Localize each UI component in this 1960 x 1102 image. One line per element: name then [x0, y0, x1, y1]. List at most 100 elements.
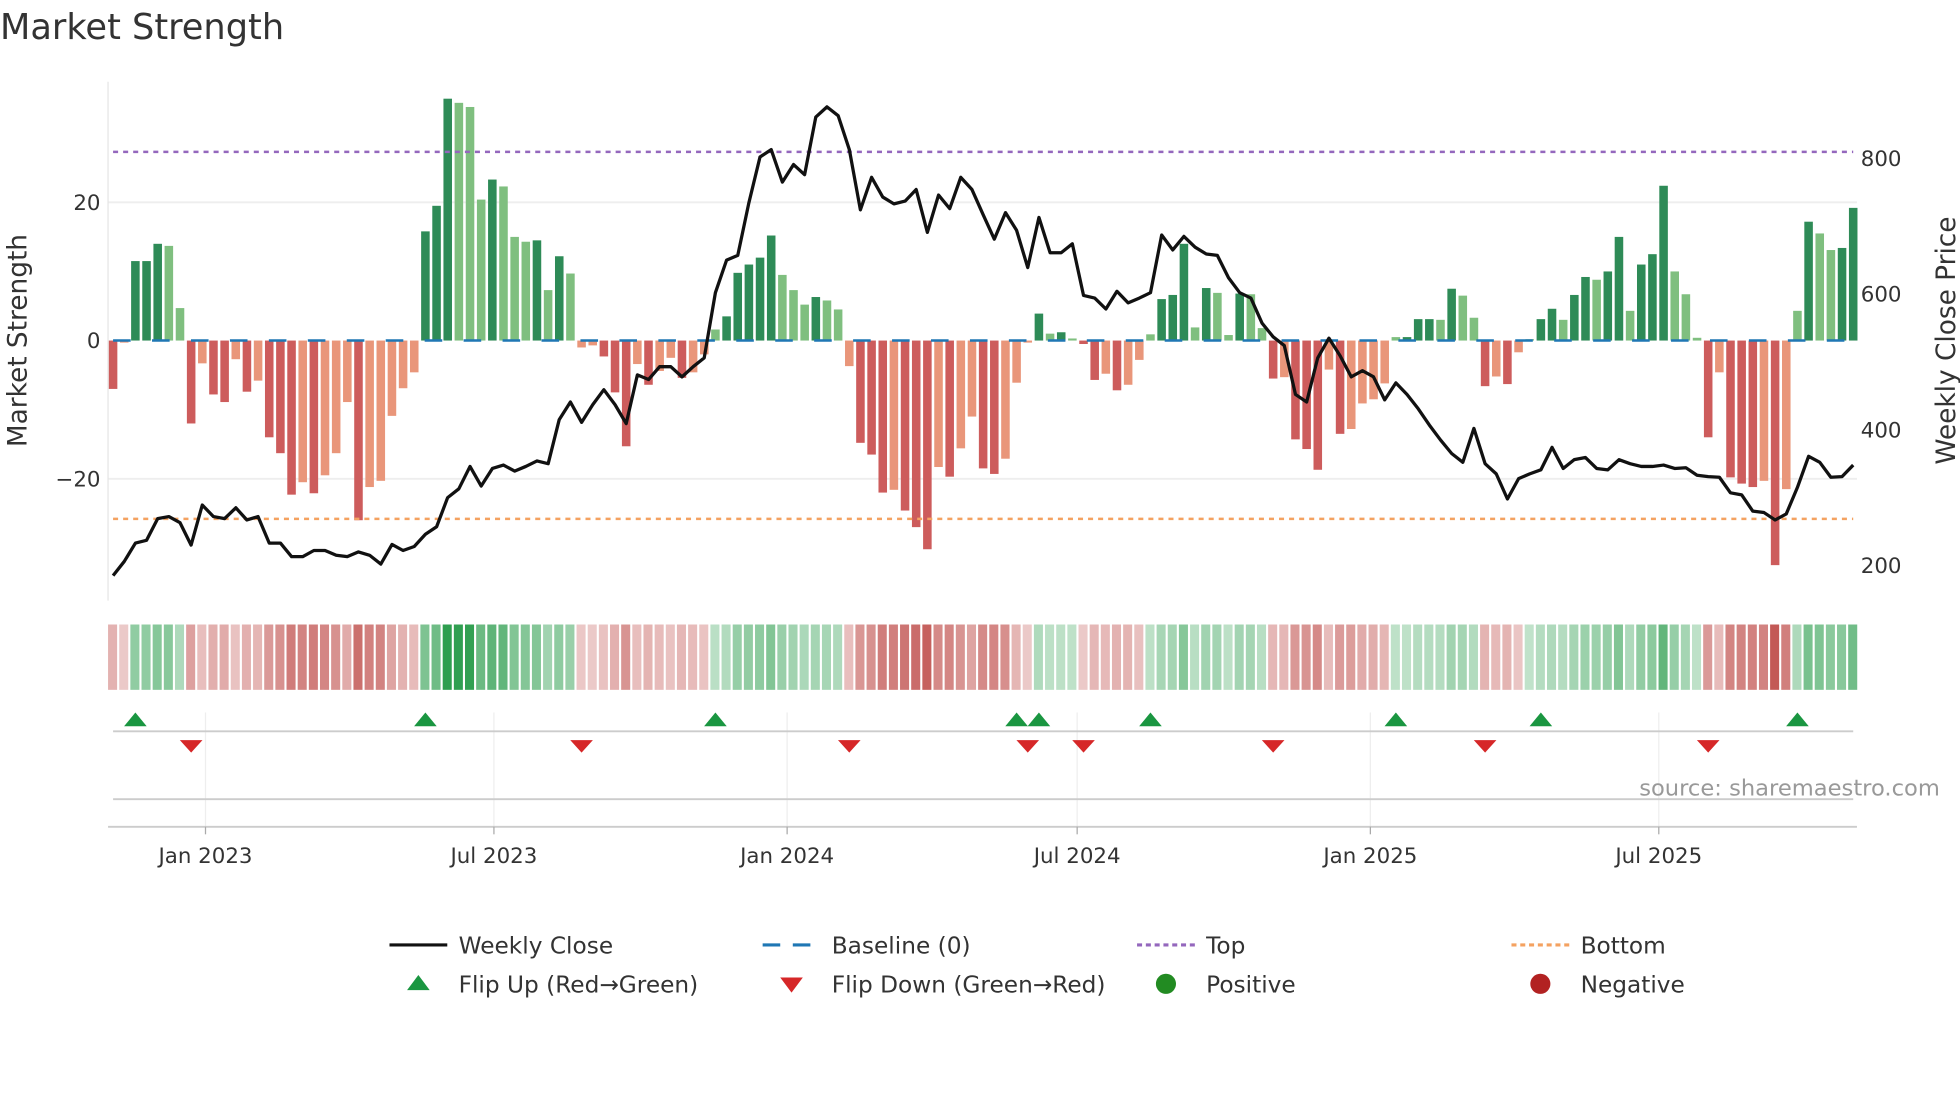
flip-down-marker — [837, 740, 861, 753]
legend-item: Flip Down (Green→Red) — [780, 972, 1105, 999]
strength-bar — [1447, 288, 1456, 341]
legend-label: Positive — [1206, 972, 1296, 999]
strength-bar — [108, 340, 118, 389]
circle-icon — [1155, 973, 1176, 994]
strip-cell — [453, 624, 463, 690]
strip-cell — [1803, 624, 1813, 690]
strip-cell — [799, 624, 809, 690]
strength-bar — [778, 274, 787, 341]
strip-cell — [933, 624, 943, 690]
flip-down-marker — [1261, 740, 1285, 753]
strength-bar — [967, 340, 977, 417]
strip-cell — [554, 624, 564, 690]
strip-cell — [1535, 624, 1545, 690]
strength-bar — [409, 340, 419, 373]
strength-bar — [800, 304, 809, 341]
strip-cell — [1569, 624, 1579, 690]
strength-bar — [1503, 340, 1512, 385]
strip-cell — [1245, 624, 1255, 690]
strip-cell — [587, 624, 597, 690]
strength-bar — [1123, 340, 1133, 385]
strength-bars — [108, 98, 1858, 566]
strength-bar — [454, 102, 464, 341]
x-axis-ticks: Jan 2023 Jul 2023 Jan 2024 Jul 2024 Jan 2025… — [156, 826, 1702, 869]
strip-cell — [610, 624, 620, 690]
chart-title: Market Strength — [0, 7, 284, 48]
strip-cell — [1178, 624, 1188, 690]
strip-cell — [955, 624, 965, 690]
strength-bar — [878, 340, 888, 493]
x-tick-label: Jul 2024 — [1032, 844, 1121, 869]
triangle-up-icon — [407, 975, 430, 991]
strength-bar — [1491, 340, 1501, 377]
strip-cell — [152, 624, 162, 690]
strength-bar — [1201, 288, 1211, 341]
strength-bar — [789, 290, 798, 341]
strip-cell — [1413, 624, 1423, 690]
flip-up-marker — [704, 712, 727, 727]
strip-cell — [877, 624, 887, 690]
strip-cell — [1033, 624, 1043, 690]
strip-cell — [699, 624, 709, 690]
strength-bar — [1413, 319, 1423, 341]
strength-bar — [633, 340, 642, 365]
strength-bar — [1224, 335, 1233, 341]
strength-bar — [1759, 340, 1769, 481]
strip-cell — [1312, 624, 1322, 690]
strip-cell — [1547, 624, 1557, 690]
strength-bar — [1726, 340, 1735, 478]
strip-cell — [1201, 624, 1211, 690]
strength-bar — [1168, 294, 1178, 341]
flip-down-marker — [1016, 740, 1040, 753]
strength-heat-strip — [108, 624, 1858, 690]
strip-cell — [1658, 624, 1668, 690]
strip-cell — [509, 624, 519, 690]
flip-down-marker — [1696, 740, 1720, 753]
strip-cell — [1558, 624, 1568, 690]
strip-cell — [1256, 624, 1267, 690]
strength-bar — [510, 236, 519, 341]
strength-bar — [421, 231, 430, 341]
strength-bar — [220, 340, 229, 403]
strip-cell — [1781, 624, 1791, 690]
strength-bar — [1425, 319, 1434, 341]
strip-cell — [1357, 624, 1367, 690]
strength-bar — [1715, 340, 1724, 373]
strip-cell — [465, 624, 475, 690]
strip-cell — [1848, 624, 1858, 690]
strip-cell — [1591, 624, 1601, 690]
strength-bar — [1636, 264, 1646, 341]
strength-bar — [1536, 319, 1546, 341]
legend: Weekly Close Baseline (0) Top Bottom Flip Up… — [389, 933, 1685, 999]
legend-label: Weekly Close — [459, 933, 614, 960]
strength-bar — [666, 340, 676, 358]
strip-cell — [1223, 624, 1233, 690]
strip-cell — [665, 624, 675, 690]
y2-tick-label: 400 — [1861, 418, 1902, 443]
strip-cell — [1636, 624, 1646, 690]
strength-bar — [845, 340, 854, 367]
strip-cell — [900, 624, 910, 690]
strip-cell — [1669, 624, 1679, 690]
legend-label: Flip Down (Green→Red) — [832, 972, 1106, 999]
strip-cell — [643, 624, 653, 690]
strip-cell — [420, 624, 430, 690]
strength-bar — [287, 340, 296, 495]
strength-bar — [1157, 299, 1166, 341]
flip-down-marker — [1072, 740, 1095, 753]
x-tick-label: Jan 2025 — [1321, 844, 1417, 869]
strength-bar — [1112, 340, 1122, 391]
strip-cell — [1368, 624, 1378, 690]
strip-cell — [308, 624, 318, 690]
x-tick-label: Jan 2024 — [738, 844, 834, 869]
strength-bar — [1614, 236, 1624, 341]
strip-cell — [1134, 624, 1144, 690]
legend-item: Baseline (0) — [762, 933, 971, 960]
strip-cell — [264, 624, 274, 690]
legend-item: Flip Up (Red→Green) — [407, 972, 698, 999]
strength-bar — [1793, 310, 1802, 341]
strength-bar — [1748, 340, 1758, 488]
flip-up-marker — [1786, 712, 1809, 727]
strip-cell — [1279, 624, 1289, 690]
strip-cell — [1770, 624, 1780, 690]
